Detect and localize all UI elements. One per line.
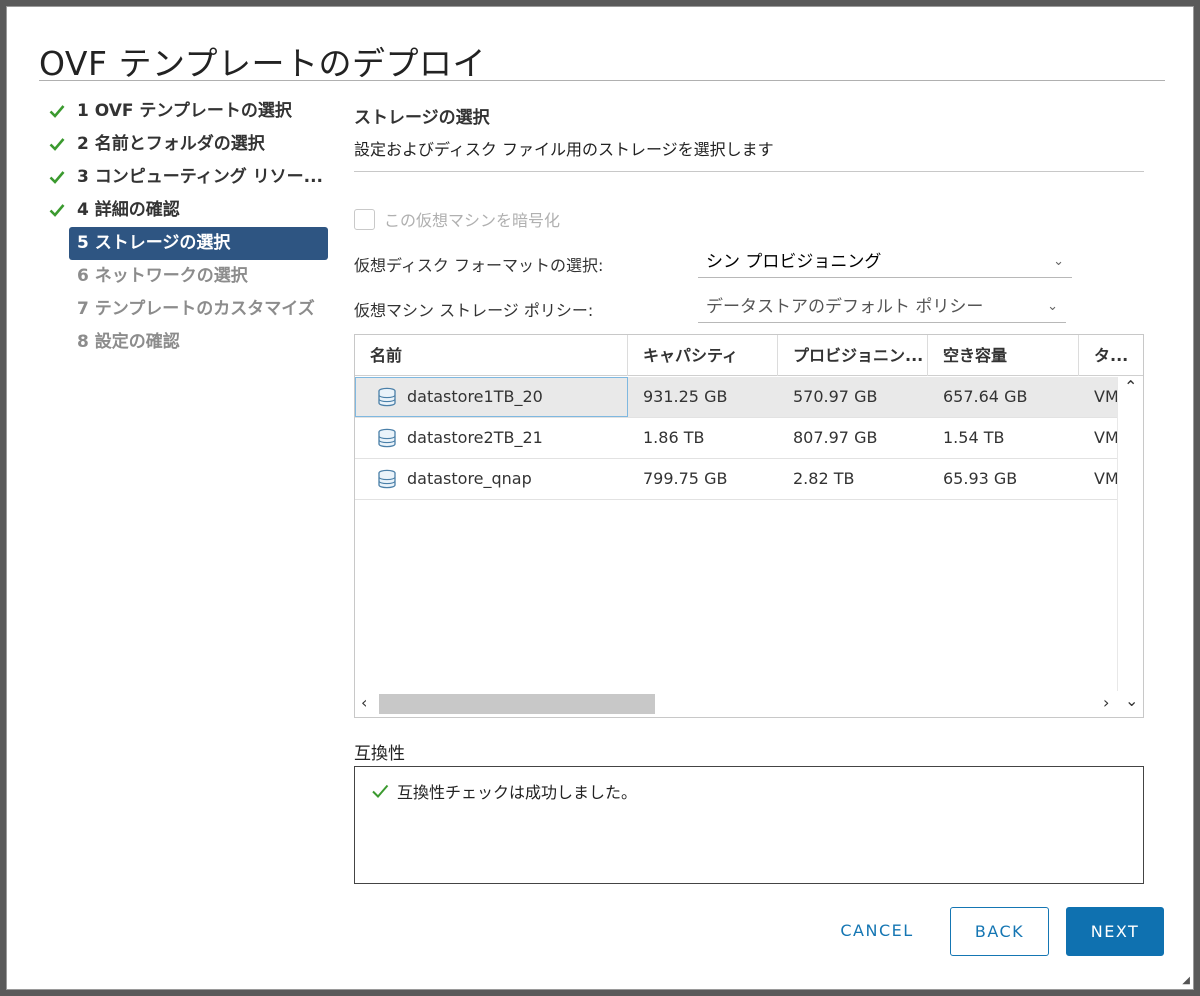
cell-type: VM: [1094, 428, 1118, 447]
step-label: 1 OVF テンプレートの選択: [77, 101, 292, 121]
scroll-up-icon[interactable]: ⌃: [1124, 377, 1137, 396]
check-icon: [49, 95, 71, 128]
cell-provisioned: 807.97 GB: [793, 428, 878, 447]
compatibility-label: 互換性: [354, 744, 405, 764]
datastore-grid: 名前 キャパシティ プロビジョニン... 空き容量 タ... datastore…: [354, 334, 1144, 718]
cell-capacity: 931.25 GB: [643, 387, 728, 406]
cell-capacity: 1.86 TB: [643, 428, 705, 447]
scroll-left-icon[interactable]: ‹: [361, 693, 367, 712]
storage-panel: ストレージの選択 設定およびディスク ファイル用のストレージを選択します この仮…: [354, 103, 1144, 884]
cell-name: datastore1TB_20: [355, 377, 628, 417]
step-label: 8 設定の確認: [77, 332, 180, 352]
storage-policy-select[interactable]: データストアのデフォルト ポリシー ⌄: [698, 293, 1066, 323]
check-icon: [49, 128, 71, 161]
table-row[interactable]: datastore1TB_20 931.25 GB 570.97 GB 657.…: [355, 377, 1118, 418]
check-icon: [49, 161, 71, 194]
section-description: 設定およびディスク ファイル用のストレージを選択します: [354, 140, 774, 159]
check-icon: [49, 194, 71, 227]
step-label: 3 コンピューティング リソー...: [77, 167, 324, 187]
horizontal-scrollbar[interactable]: ‹ › ⌄: [355, 691, 1143, 717]
step-label: 5 ストレージの選択: [77, 233, 231, 253]
encrypt-checkbox: [354, 208, 375, 230]
horizontal-scroll-thumb[interactable]: [379, 694, 655, 714]
step-label: 2 名前とフォルダの選択: [77, 134, 265, 154]
column-capacity[interactable]: キャパシティ: [628, 335, 778, 376]
cancel-button[interactable]: CANCEL: [827, 907, 927, 956]
step-5-current[interactable]: 5 ストレージの選択: [69, 227, 328, 260]
step-6: 6 ネットワークの選択: [47, 260, 331, 293]
cell-free: 65.93 GB: [943, 469, 1018, 488]
check-icon: [372, 784, 389, 798]
compatibility-panel: 互換性チェックは成功しました。: [354, 766, 1144, 884]
column-type[interactable]: タ...: [1079, 335, 1143, 376]
datastore-icon: [378, 428, 396, 448]
disk-format-value: シン プロビジョニング: [706, 252, 882, 272]
column-free[interactable]: 空き容量: [928, 335, 1079, 376]
step-2[interactable]: 2 名前とフォルダの選択: [47, 128, 331, 161]
step-label: 4 詳細の確認: [77, 200, 180, 220]
column-provisioned[interactable]: プロビジョニン...: [778, 335, 928, 376]
cell-free: 1.54 TB: [943, 428, 1005, 447]
step-7: 7 テンプレートのカスタマイズ: [47, 293, 331, 326]
step-4[interactable]: 4 詳細の確認: [47, 194, 331, 227]
cell-capacity: 799.75 GB: [643, 469, 728, 488]
step-label: 6 ネットワークの選択: [77, 266, 248, 286]
vertical-scrollbar[interactable]: ⌃: [1117, 377, 1143, 692]
step-label: 7 テンプレートのカスタマイズ: [77, 299, 315, 319]
cell-name: datastore_qnap: [355, 459, 628, 499]
section-divider: [354, 171, 1144, 172]
cell-free: 657.64 GB: [943, 387, 1028, 406]
chevron-down-icon: ⌄: [1053, 254, 1064, 269]
wizard-steps: 1 OVF テンプレートの選択 2 名前とフォルダの選択 3 コンピューティング…: [47, 95, 331, 359]
cell-type: VM: [1094, 387, 1118, 406]
compatibility-message: 互換性チェックは成功しました。: [371, 779, 637, 803]
disk-format-label: 仮想ディスク フォーマットの選択:: [354, 256, 604, 275]
chevron-down-icon: ⌄: [1047, 299, 1058, 314]
step-3[interactable]: 3 コンピューティング リソー...: [47, 161, 331, 194]
dialog-title: OVF テンプレートのデプロイ: [39, 44, 486, 83]
encrypt-label: この仮想マシンを暗号化: [384, 211, 561, 230]
storage-policy-value: データストアのデフォルト ポリシー: [706, 297, 984, 317]
resize-handle-icon[interactable]: ◢: [1182, 975, 1190, 986]
table-row[interactable]: datastore2TB_21 1.86 TB 807.97 GB 1.54 T…: [355, 418, 1118, 459]
encrypt-option: この仮想マシンを暗号化: [354, 207, 560, 231]
cell-provisioned: 2.82 TB: [793, 469, 855, 488]
deploy-ovf-dialog: OVF テンプレートのデプロイ 1 OVF テンプレートの選択 2 名前とフォル…: [6, 6, 1194, 990]
step-1[interactable]: 1 OVF テンプレートの選択: [47, 95, 331, 128]
compatibility-text: 互換性チェックは成功しました。: [397, 783, 638, 802]
step-8: 8 設定の確認: [47, 326, 331, 359]
next-button[interactable]: NEXT: [1066, 907, 1164, 956]
disk-format-select[interactable]: シン プロビジョニング ⌄: [698, 248, 1072, 278]
cell-provisioned: 570.97 GB: [793, 387, 878, 406]
back-button[interactable]: BACK: [950, 907, 1049, 956]
title-divider: [39, 80, 1165, 81]
table-row[interactable]: datastore_qnap 799.75 GB 2.82 TB 65.93 G…: [355, 459, 1118, 500]
datastore-icon: [378, 387, 396, 407]
grid-header: 名前 キャパシティ プロビジョニン... 空き容量 タ...: [355, 335, 1143, 376]
storage-policy-label: 仮想マシン ストレージ ポリシー:: [354, 301, 594, 320]
cell-name: datastore2TB_21: [355, 418, 628, 458]
datastore-icon: [378, 469, 396, 489]
cell-type: VM: [1094, 469, 1118, 488]
section-title: ストレージの選択: [354, 108, 490, 128]
column-name[interactable]: 名前: [355, 335, 628, 376]
scroll-down-icon[interactable]: ⌄: [1125, 691, 1138, 710]
scroll-right-icon[interactable]: ›: [1103, 693, 1109, 712]
